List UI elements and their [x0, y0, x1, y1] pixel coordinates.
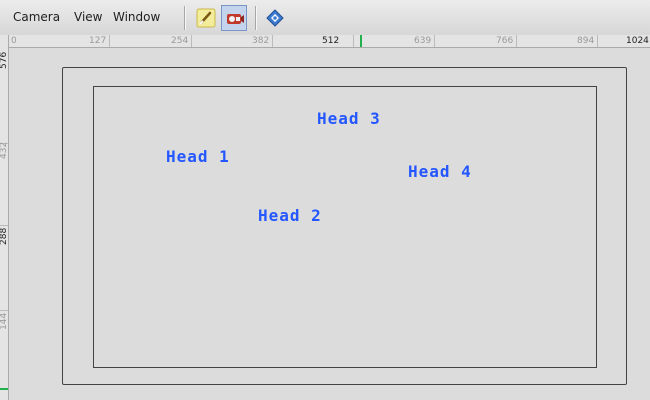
- hruler-label: 382: [252, 36, 270, 46]
- navigation-diamond-icon: [266, 9, 284, 27]
- ruler-tick: [516, 35, 517, 47]
- menu-camera[interactable]: Camera: [13, 10, 60, 24]
- ruler-tick: [0, 310, 8, 311]
- hruler-label: 254: [171, 36, 189, 46]
- canvas-inner-frame[interactable]: [93, 86, 597, 368]
- ruler-cursor-marker: [0, 388, 8, 390]
- vertical-ruler[interactable]: 576 432 288 144: [0, 35, 9, 400]
- hruler-label: 1024: [626, 36, 649, 46]
- hruler-label: 766: [496, 36, 514, 46]
- toolbar-separator: [255, 6, 257, 30]
- navigation-button[interactable]: [262, 5, 288, 31]
- menu-view[interactable]: View: [74, 10, 102, 24]
- brush-tool-icon: [196, 8, 216, 28]
- vruler-label: 432: [0, 141, 9, 159]
- head-label-2[interactable]: Head 2: [258, 206, 322, 225]
- ruler-tick: [272, 35, 273, 47]
- ruler-cursor-marker: [360, 35, 362, 47]
- head-label-4[interactable]: Head 4: [408, 162, 472, 181]
- menu-bar: Camera View Window: [0, 0, 650, 36]
- ruler-tick: [353, 35, 354, 47]
- hruler-label: 127: [89, 36, 107, 46]
- menu-window[interactable]: Window: [113, 10, 160, 24]
- hruler-label: 894: [577, 36, 595, 46]
- hruler-label: 0: [11, 36, 17, 46]
- camera-projector-icon: [227, 14, 244, 24]
- vruler-label: 144: [0, 312, 9, 330]
- head-label-1[interactable]: Head 1: [166, 147, 230, 166]
- ruler-tick: [597, 35, 598, 47]
- ruler-tick: [434, 35, 435, 47]
- ruler-tick: [191, 35, 192, 47]
- vruler-label: 288: [0, 227, 9, 245]
- toolbar-separator: [184, 6, 186, 30]
- hruler-label: 639: [414, 36, 432, 46]
- horizontal-ruler[interactable]: 0 127 254 382 512 639 766 894 1024: [8, 35, 650, 48]
- brush-tool-button[interactable]: [193, 5, 219, 31]
- head-label-3[interactable]: Head 3: [317, 109, 381, 128]
- camera-projector-button[interactable]: [221, 5, 247, 31]
- hruler-label-current: 512: [322, 36, 340, 46]
- ruler-tick: [109, 35, 110, 47]
- vruler-label: 576: [0, 51, 9, 69]
- ruler-tick: [0, 225, 8, 226]
